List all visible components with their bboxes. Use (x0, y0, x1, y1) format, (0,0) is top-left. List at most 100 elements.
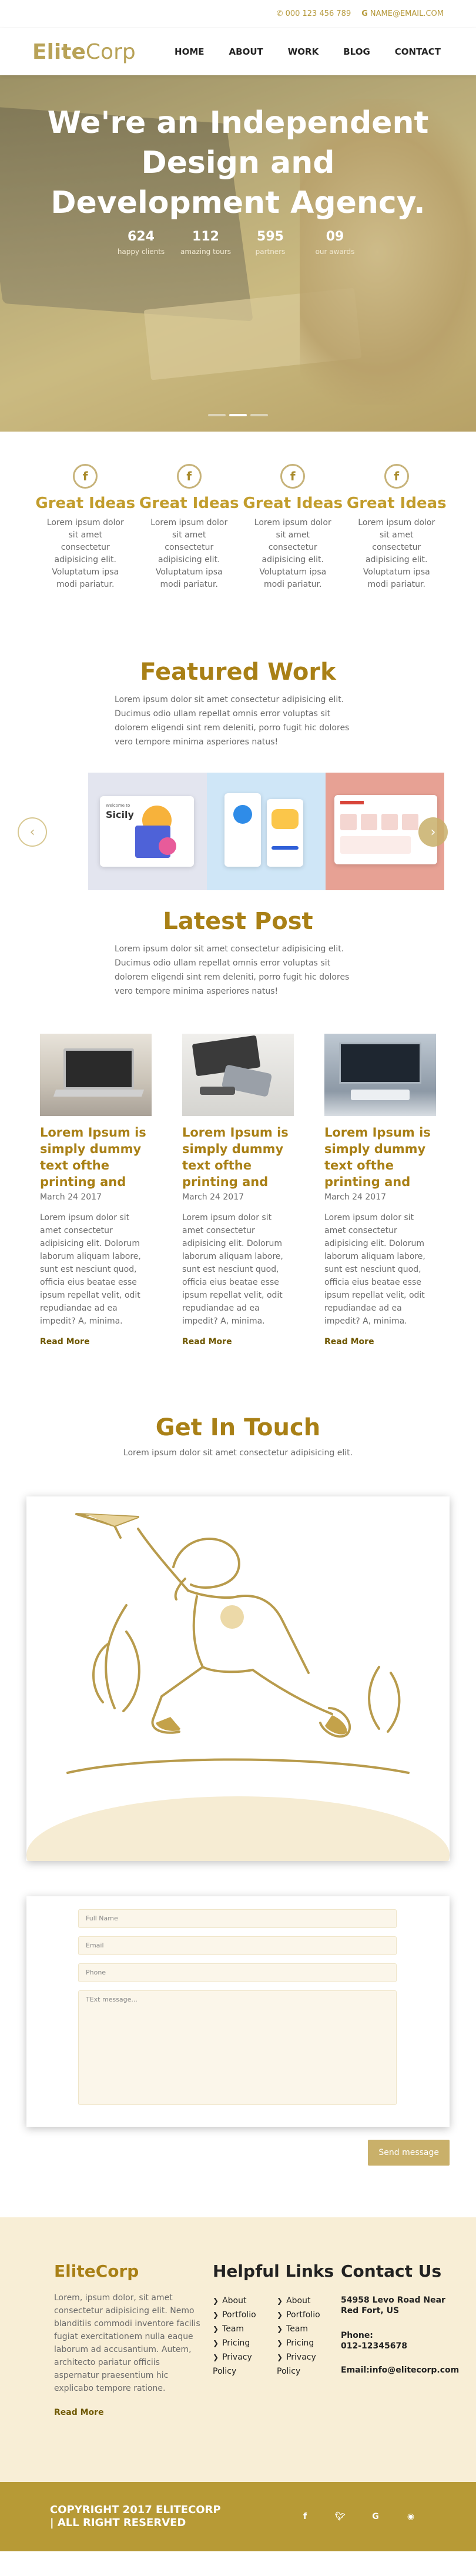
post-title[interactable]: Lorem Ipsum is simply dummy text ofthe p… (324, 1124, 436, 1190)
chevron-left-icon: ‹ (29, 824, 35, 840)
email-input[interactable]: Email (78, 1936, 397, 1955)
phone-text: 000 123 456 789 (285, 9, 351, 18)
facebook-icon: f (384, 464, 409, 489)
footer-links: Helpful Links About Portfolio Team Prici… (213, 2261, 341, 2482)
contact-sub: Lorem ipsum dolor sit amet consectetur a… (123, 1448, 353, 1458)
post-body: Lorem ipsum dolor sit amet consectetur a… (324, 1213, 425, 1326)
footer-link-privacy[interactable]: Privacy Policy (277, 2350, 341, 2378)
post-body: Lorem ipsum dolor sit amet consectetur a… (182, 1213, 283, 1326)
full-name-input[interactable]: Full Name (78, 1909, 397, 1928)
post-image-laptop[interactable] (40, 1034, 152, 1116)
stat: 595 partners (255, 229, 286, 256)
facebook-icon: f (73, 464, 98, 489)
phone-contact[interactable]: ✆ 000 123 456 789 (277, 9, 351, 18)
bottom-bar: COPYRIGHT 2017 ELITECORP | ALL RIGHT RES… (0, 2482, 476, 2551)
footer-phone: Phone: 012-12345678 (341, 2331, 407, 2351)
footer-address: 54958 Levo Road Near Red Fort, US (341, 2296, 445, 2316)
message-textarea[interactable]: TExt message... (78, 1990, 397, 2105)
post-body: Lorem ipsum dolor sit amet consectetur a… (40, 1213, 141, 1326)
facebook-icon: f (176, 464, 202, 489)
featured-work-section: Featured Work Lorem ipsum dolor sit amet… (0, 659, 476, 749)
read-more-link[interactable]: Read More (40, 1337, 90, 1347)
latest-text: Lorem ipsum dolor sit amet consectetur a… (115, 944, 350, 996)
footer-brand: EliteCorp (54, 2261, 139, 2281)
slider-dot[interactable] (208, 414, 226, 416)
send-message-button[interactable]: Send message (368, 2140, 450, 2166)
work-carousel: Welcome to Sicily ‹ › (0, 773, 476, 890)
hero-slider-dots (0, 414, 476, 416)
contact-form: Full Name Email Phone TExt message... (26, 1896, 450, 2127)
latest-post-section: Latest Post Lorem ipsum dolor sit amet c… (0, 908, 476, 998)
post-title[interactable]: Lorem Ipsum is simply dummy text ofthe p… (182, 1124, 294, 1190)
slider-dot[interactable] (250, 414, 268, 416)
post-image-desk[interactable] (324, 1034, 436, 1116)
nav-blog[interactable]: BLOG (343, 46, 370, 57)
feature-card: f Great Ideas Lorem ipsum dolor sit amet… (347, 464, 447, 591)
featured-title: Featured Work (140, 659, 336, 686)
footer-link-about[interactable]: About (213, 2294, 277, 2308)
contact-title: Get In Touch (155, 1414, 321, 1441)
footer-link-pricing[interactable]: Pricing (213, 2336, 277, 2350)
featured-text: Lorem ipsum dolor sit amet consectetur a… (115, 695, 350, 747)
footer-read-more[interactable]: Read More (54, 2408, 104, 2417)
read-more-link[interactable]: Read More (324, 1337, 374, 1347)
post-title[interactable]: Lorem Ipsum is simply dummy text ofthe p… (40, 1124, 152, 1190)
nav-about[interactable]: ABOUT (229, 46, 263, 57)
carousel-next-button[interactable]: › (418, 817, 448, 847)
social-links: f 🐦︎ G ◉ (299, 2510, 417, 2523)
copyright: COPYRIGHT 2017 ELITECORP | ALL RIGHT RES… (50, 2504, 221, 2529)
post-card: Lorem Ipsum is simply dummy text ofthe p… (182, 1034, 294, 1347)
nav-contact[interactable]: CONTACT (395, 46, 441, 57)
feature-card: f Great Ideas Lorem ipsum dolor sit amet… (35, 464, 136, 591)
nav-menu: HOME ABOUT WORK BLOG CONTACT (175, 46, 441, 57)
footer-link-portfolio[interactable]: Portfolio (277, 2308, 341, 2322)
footer-about: EliteCorp Lorem, ipsum dolor, sit amet c… (54, 2261, 213, 2482)
facebook-icon: f (280, 464, 306, 489)
features-row: f Great Ideas Lorem ipsum dolor sit amet… (0, 432, 476, 591)
footer: EliteCorp Lorem, ipsum dolor, sit amet c… (0, 2217, 476, 2482)
post-date: March 24 2017 (324, 1192, 387, 1202)
post-date: March 24 2017 (40, 1192, 102, 1202)
logo[interactable]: EliteCorp (32, 40, 136, 64)
stat: 624 happy clients (117, 229, 165, 256)
post-date: March 24 2017 (182, 1192, 244, 1202)
post-card: Lorem Ipsum is simply dummy text ofthe p… (40, 1034, 152, 1347)
posts-grid: Lorem Ipsum is simply dummy text ofthe p… (0, 1034, 476, 1347)
google-icon[interactable]: G (369, 2510, 382, 2523)
github-icon[interactable]: ◉ (404, 2510, 417, 2523)
footer-about-text: Lorem, ipsum dolor, sit amet consectetur… (54, 2293, 200, 2393)
nav-home[interactable]: HOME (175, 46, 204, 57)
facebook-icon[interactable]: f (299, 2510, 311, 2523)
phone-input[interactable]: Phone (78, 1963, 397, 1982)
carousel-prev-button[interactable]: ‹ (18, 817, 47, 847)
footer-contact: Contact Us 54958 Levo Road Near Red Fort… (341, 2261, 459, 2482)
stat: 09 our awards (315, 229, 355, 256)
latest-title: Latest Post (163, 908, 313, 935)
email-contact[interactable]: G NAME@EMAIL.COM (361, 9, 444, 18)
post-card: Lorem Ipsum is simply dummy text ofthe p… (324, 1034, 436, 1347)
feature-card: f Great Ideas Lorem ipsum dolor sit amet… (139, 464, 240, 591)
work-slide[interactable]: Welcome to Sicily (88, 773, 207, 890)
paper-plane-illustration (26, 1496, 450, 1861)
contact-section: Get In Touch Lorem ipsum dolor sit amet … (0, 1414, 476, 1460)
footer-link-team[interactable]: Team (213, 2322, 277, 2336)
nav-work[interactable]: WORK (288, 46, 319, 57)
footer-email[interactable]: Email:info@elitecorp.com (341, 2365, 459, 2375)
hero-stats: 624 happy clients 112 amazing tours 595 par… (0, 229, 476, 256)
chevron-right-icon: › (430, 824, 436, 840)
email-text: NAME@EMAIL.COM (370, 9, 444, 18)
work-slide[interactable] (207, 773, 326, 890)
footer-link-privacy[interactable]: Privacy Policy (213, 2350, 277, 2378)
hero-banner: We're an Independent Design and Developm… (0, 75, 476, 432)
top-bar: ✆ 000 123 456 789 G NAME@EMAIL.COM (0, 0, 476, 28)
footer-contact-title: Contact Us (341, 2261, 442, 2281)
google-icon: G (361, 9, 368, 18)
twitter-icon[interactable]: 🐦︎ (334, 2510, 347, 2523)
footer-link-pricing[interactable]: Pricing (277, 2336, 341, 2350)
slider-dot-active[interactable] (229, 414, 247, 416)
footer-link-team[interactable]: Team (277, 2322, 341, 2336)
footer-link-about[interactable]: About (277, 2294, 341, 2308)
post-image-phone[interactable] (182, 1034, 294, 1116)
footer-link-portfolio[interactable]: Portfolio (213, 2308, 277, 2322)
read-more-link[interactable]: Read More (182, 1337, 232, 1347)
